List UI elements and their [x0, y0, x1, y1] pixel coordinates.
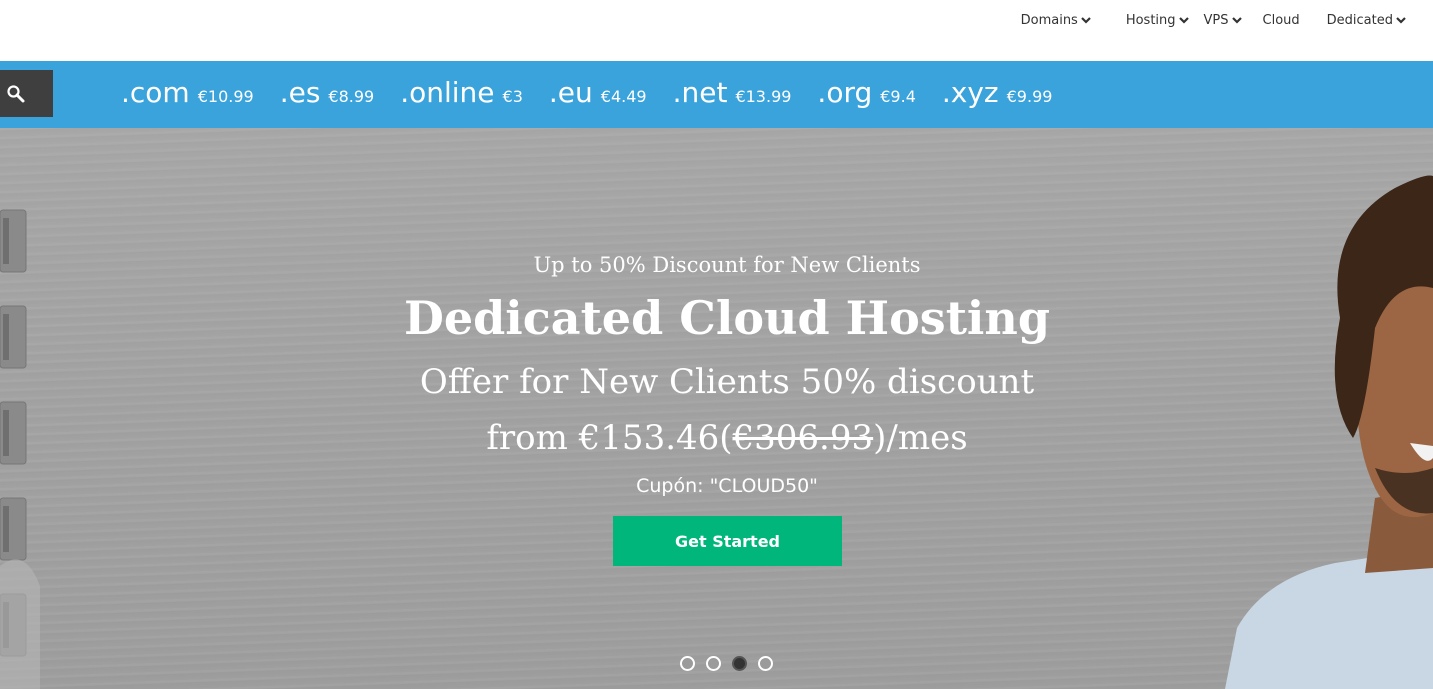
- top-navigation: Domains Hosting VPS Cloud Dedicated: [0, 0, 1433, 61]
- domain-search-button[interactable]: [0, 70, 53, 117]
- hero-offer-text: Offer for New Clients 50% discount: [419, 362, 1035, 402]
- tld-org[interactable]: .org €9.4: [817, 71, 915, 115]
- nav-item-label: Cloud: [1262, 12, 1300, 28]
- chevron-down-icon: [1395, 14, 1407, 26]
- tld-price: €10.99: [197, 87, 254, 106]
- tld-price: €9.99: [1006, 87, 1053, 106]
- hero-slider: Up to 50% Discount for New Clients Dedic…: [0, 128, 1433, 689]
- tld-price-list: .com €10.99 .es €8.99 .online €3 .eu €4.…: [121, 71, 1052, 115]
- chevron-down-icon: [1178, 14, 1190, 26]
- tld-extension: .org: [817, 76, 873, 109]
- tld-extension: .com: [121, 76, 190, 109]
- tld-extension: .es: [279, 76, 321, 109]
- domain-price-bar: .com €10.99 .es €8.99 .online €3 .eu €4.…: [0, 61, 1433, 128]
- tld-online[interactable]: .online €3: [400, 71, 523, 115]
- nav-item-cloud[interactable]: Cloud: [1263, 13, 1300, 28]
- tld-price: €4.49: [600, 87, 647, 106]
- slider-pagination: [680, 655, 784, 671]
- price-prefix: from €153.46(: [486, 418, 733, 458]
- tld-es[interactable]: .es €8.99: [280, 71, 375, 115]
- nav-item-label: VPS: [1203, 12, 1229, 28]
- tld-eu[interactable]: .eu €4.49: [549, 71, 647, 115]
- nav-item-vps[interactable]: VPS: [1204, 13, 1243, 28]
- hero-kicker: Up to 50% Discount for New Clients: [533, 253, 921, 277]
- tld-price: €9.4: [880, 87, 916, 106]
- nav-item-domains[interactable]: Domains: [1021, 13, 1092, 28]
- nav-item-label: Hosting: [1125, 12, 1176, 28]
- hero-headline: Dedicated Cloud Hosting: [403, 291, 1051, 345]
- price-suffix: )/mes: [873, 418, 968, 458]
- slide-dot-4[interactable]: [758, 655, 773, 671]
- nav-item-label: Domains: [1020, 12, 1078, 28]
- slide-dot-1[interactable]: [680, 655, 695, 671]
- tld-extension: .net: [672, 76, 728, 109]
- tld-extension: .xyz: [941, 76, 999, 109]
- tld-com[interactable]: .com €10.99: [121, 71, 254, 115]
- chevron-down-icon: [1080, 14, 1092, 26]
- tld-extension: .online: [400, 76, 495, 109]
- get-started-button[interactable]: Get Started: [613, 516, 842, 566]
- main-menu: Domains Hosting VPS Cloud Dedicated: [1021, 11, 1433, 29]
- tld-net[interactable]: .net €13.99: [673, 71, 792, 115]
- nav-item-dedicated[interactable]: Dedicated: [1327, 13, 1407, 28]
- search-icon: [6, 84, 26, 104]
- slide-dot-3[interactable]: [732, 655, 747, 671]
- hero-price: from €153.46(€306.93)/mes: [0, 414, 1433, 462]
- hero-content: Up to 50% Discount for New Clients Dedic…: [0, 128, 1433, 689]
- coupon-code: Cupón: "CLOUD50": [636, 475, 818, 497]
- nav-item-label: Dedicated: [1326, 12, 1393, 28]
- tld-xyz[interactable]: .xyz €9.99: [942, 71, 1053, 115]
- nav-item-hosting[interactable]: Hosting: [1126, 13, 1190, 28]
- tld-price: €3: [502, 87, 523, 106]
- slide-dot-2[interactable]: [706, 655, 721, 671]
- tld-price: €8.99: [328, 87, 375, 106]
- tld-price: €13.99: [735, 87, 792, 106]
- chevron-down-icon: [1231, 14, 1243, 26]
- old-price: €306.93: [732, 418, 874, 458]
- tld-extension: .eu: [548, 76, 593, 109]
